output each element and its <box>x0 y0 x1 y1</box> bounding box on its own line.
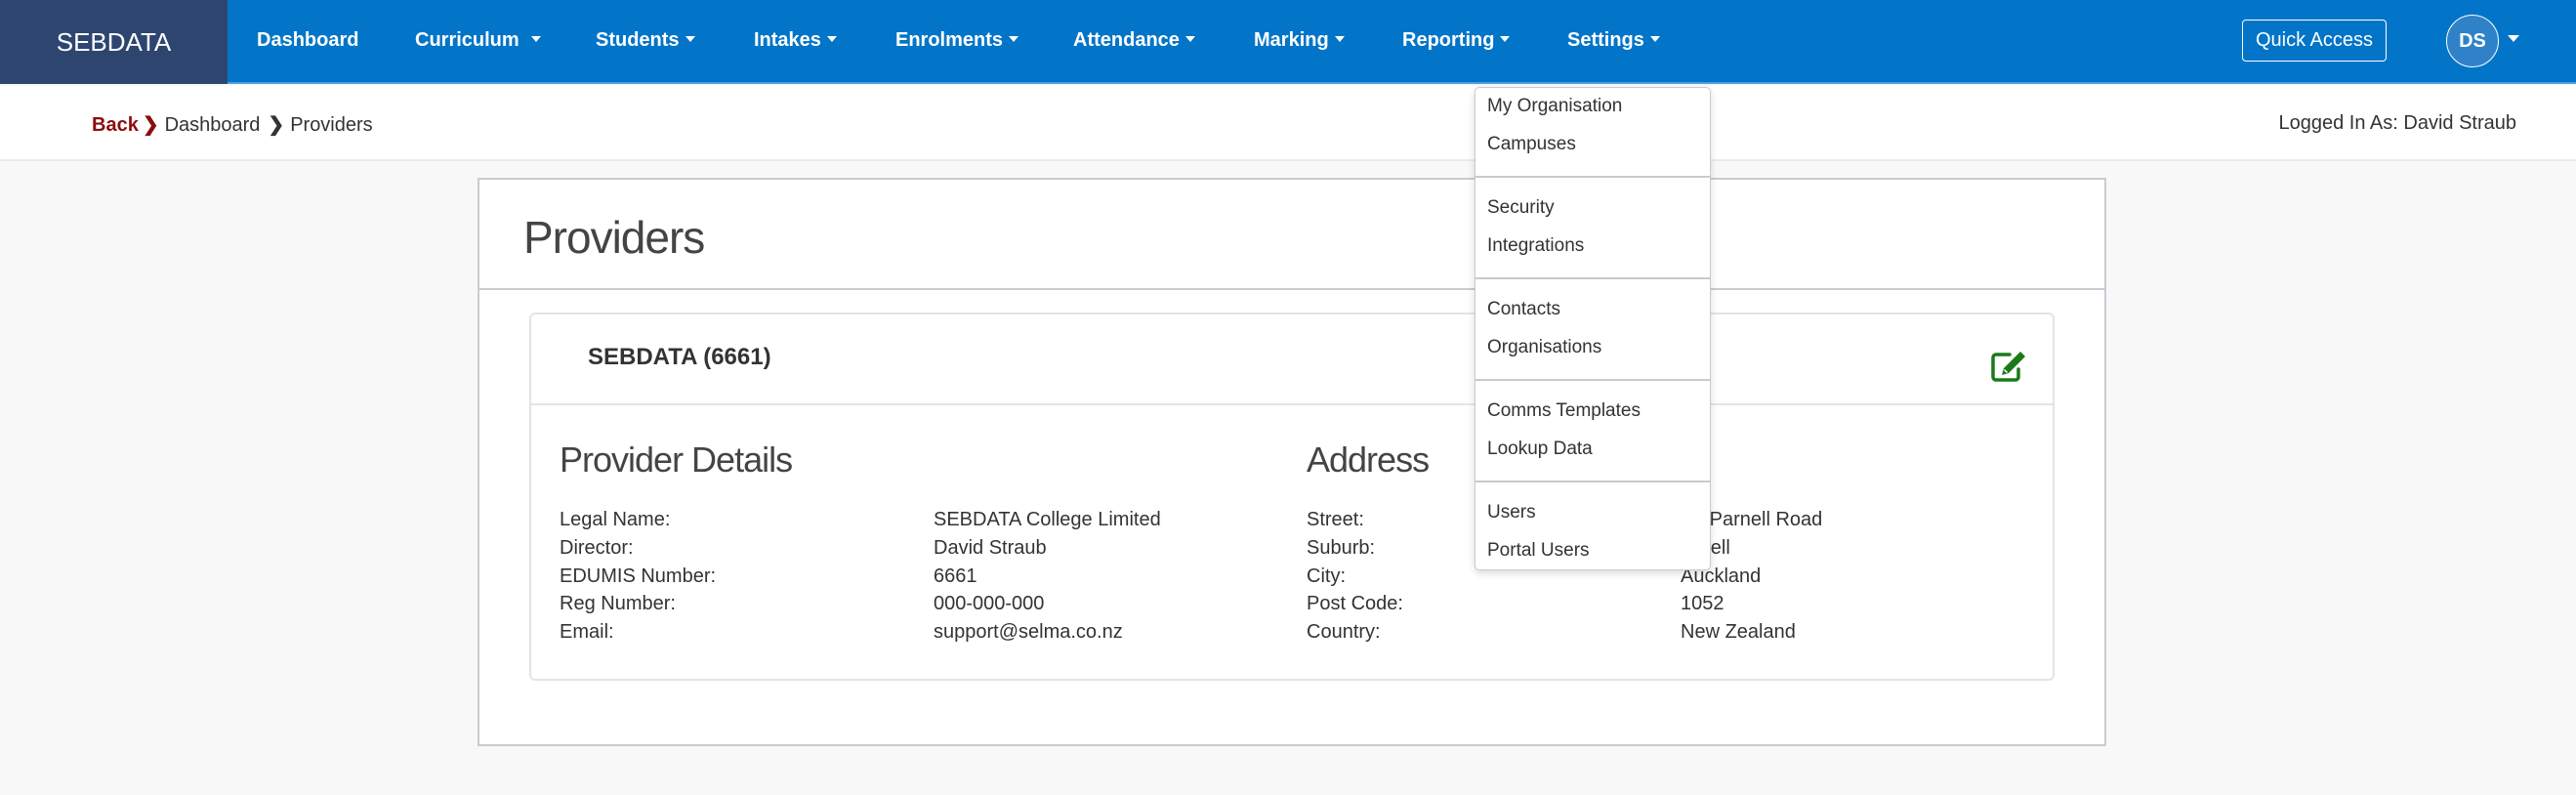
provider-card: SEBDATA (6661) Provider Details Address … <box>529 313 2055 681</box>
page-header: Providers <box>479 180 2104 290</box>
nav-students[interactable]: Students <box>596 29 695 52</box>
menu-item-portal-users[interactable]: Portal Users <box>1487 540 1590 562</box>
chevron-right-icon: ❯ <box>142 114 159 136</box>
caret-down-icon <box>530 36 541 43</box>
edit-icon[interactable] <box>1990 350 2027 383</box>
quick-access-button[interactable]: Quick Access <box>2242 20 2387 62</box>
menu-divider <box>1475 379 1710 381</box>
nav-dashboard[interactable]: Dashboard <box>257 29 358 52</box>
suburb-label: Suburb: <box>1307 537 1376 559</box>
menu-item-users[interactable]: Users <box>1487 502 1536 523</box>
nav-label: Dashboard <box>257 29 359 51</box>
nav-enrolments[interactable]: Enrolments <box>895 29 1019 52</box>
caret-down-icon <box>1334 36 1345 43</box>
nav-label: Students <box>596 29 680 51</box>
country-value: New Zealand <box>1681 621 1796 643</box>
nav-marking[interactable]: Marking <box>1254 29 1345 52</box>
page-title: Providers <box>523 212 705 263</box>
street-label: Street: <box>1307 509 1364 530</box>
menu-item-lookup-data[interactable]: Lookup Data <box>1487 439 1593 460</box>
logged-in-user: Logged In As: David Straub <box>2278 112 2517 134</box>
legal-name-label: Legal Name: <box>560 509 671 530</box>
menu-item-comms-templates[interactable]: Comms Templates <box>1487 400 1641 422</box>
edumis-label: EDUMIS Number: <box>560 565 717 587</box>
menu-item-integrations[interactable]: Integrations <box>1487 235 1584 257</box>
director-label: Director: <box>560 537 634 559</box>
breadcrumb-current: Providers <box>290 114 373 136</box>
nav-label: Enrolments <box>895 29 1004 51</box>
reg-number-label: Reg Number: <box>560 593 676 614</box>
provider-card-header: SEBDATA (6661) <box>531 314 2053 405</box>
user-menu-caret-icon[interactable] <box>2508 35 2519 42</box>
nav-label: Reporting <box>1402 29 1495 51</box>
director-value: David Straub <box>934 537 1047 559</box>
caret-down-icon <box>1500 36 1511 43</box>
caret-down-icon <box>685 36 695 43</box>
caret-down-icon <box>1009 36 1019 43</box>
edumis-value: 6661 <box>934 565 977 587</box>
menu-item-security[interactable]: Security <box>1487 197 1555 219</box>
chevron-right-icon: ❯ <box>268 114 285 136</box>
nav-label: Curriculum <box>415 29 519 51</box>
user-avatar[interactable]: DS <box>2446 15 2499 67</box>
breadcrumb-dashboard[interactable]: Dashboard <box>165 114 261 136</box>
street-value: 9 Parnell Road <box>1693 509 1823 530</box>
nav-label: Attendance <box>1073 29 1180 51</box>
caret-down-icon <box>1184 36 1195 43</box>
provider-details-heading: Provider Details <box>560 439 793 480</box>
nav-attendance[interactable]: Attendance <box>1073 29 1195 52</box>
menu-item-my-organisation[interactable]: My Organisation <box>1487 96 1622 117</box>
legal-name-value: SEBDATA College Limited <box>934 509 1161 530</box>
provider-name: SEBDATA (6661) <box>588 344 771 370</box>
nav-settings[interactable]: Settings <box>1567 29 1660 52</box>
nav-label: Intakes <box>754 29 821 51</box>
caret-down-icon <box>826 36 837 43</box>
caret-down-icon <box>1649 36 1660 43</box>
menu-item-organisations[interactable]: Organisations <box>1487 337 1601 358</box>
reg-number-value: 000-000-000 <box>934 593 1045 614</box>
nav-label: Marking <box>1254 29 1329 51</box>
post-code-value: 1052 <box>1681 593 1724 614</box>
menu-item-campuses[interactable]: Campuses <box>1487 134 1576 155</box>
country-label: Country: <box>1307 621 1381 643</box>
settings-dropdown-menu: My Organisation Campuses Security Integr… <box>1475 87 1711 570</box>
menu-divider <box>1475 277 1710 279</box>
nav-label: Settings <box>1567 29 1644 51</box>
post-code-label: Post Code: <box>1307 593 1403 614</box>
nav-intakes[interactable]: Intakes <box>754 29 837 52</box>
email-label: Email: <box>560 621 614 643</box>
address-heading: Address <box>1307 439 1430 480</box>
top-navbar: SEBDATA Dashboard Curriculum Students In… <box>0 0 2576 84</box>
brand-logo[interactable]: SEBDATA <box>0 0 228 84</box>
breadcrumb-bar: Back ❯ Dashboard ❯ Providers Logged In As: D… <box>0 86 2576 161</box>
menu-item-contacts[interactable]: Contacts <box>1487 299 1560 320</box>
email-value: support@selma.co.nz <box>934 621 1123 643</box>
nav-reporting[interactable]: Reporting <box>1402 29 1511 52</box>
city-label: City: <box>1307 565 1346 587</box>
providers-panel: Providers SEBDATA (6661) Provider Detail… <box>478 178 2106 746</box>
nav-curriculum[interactable]: Curriculum <box>415 29 541 52</box>
menu-divider <box>1475 481 1710 482</box>
breadcrumb: Back ❯ Dashboard ❯ Providers <box>92 112 373 137</box>
menu-divider <box>1475 176 1710 178</box>
back-link[interactable]: Back <box>92 114 139 136</box>
